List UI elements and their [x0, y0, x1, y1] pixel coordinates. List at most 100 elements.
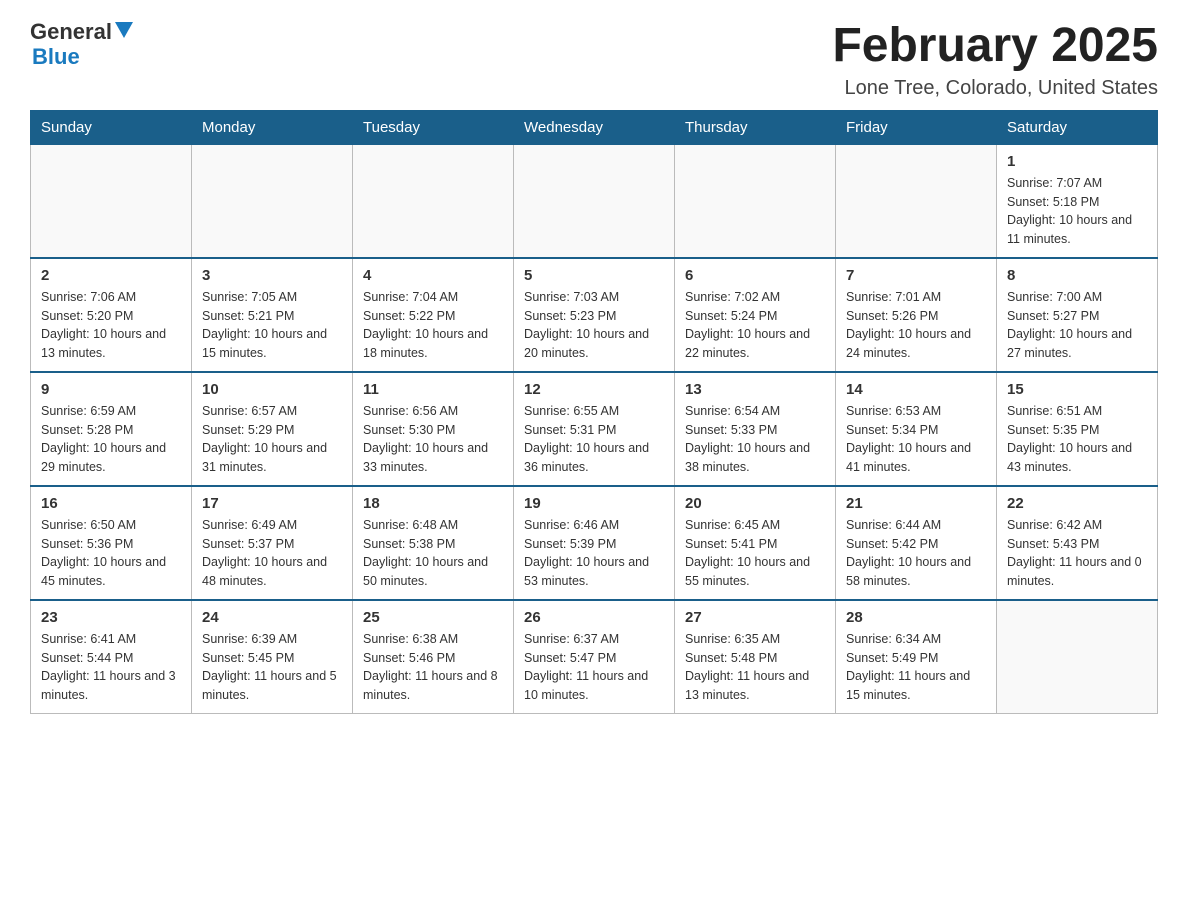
table-row [514, 144, 675, 258]
day-number: 17 [202, 495, 342, 512]
day-number: 21 [846, 495, 986, 512]
day-info: Sunrise: 6:39 AMSunset: 5:45 PMDaylight:… [202, 630, 342, 705]
table-row: 14 Sunrise: 6:53 AMSunset: 5:34 PMDayligh… [836, 372, 997, 486]
day-info: Sunrise: 6:44 AMSunset: 5:42 PMDaylight:… [846, 516, 986, 591]
day-info: Sunrise: 6:55 AMSunset: 5:31 PMDaylight:… [524, 402, 664, 477]
table-row: 11 Sunrise: 6:56 AMSunset: 5:30 PMDayligh… [353, 372, 514, 486]
day-number: 14 [846, 381, 986, 398]
calendar-week-row: 9 Sunrise: 6:59 AMSunset: 5:28 PMDaylight… [31, 372, 1158, 486]
day-number: 28 [846, 609, 986, 626]
table-row: 18 Sunrise: 6:48 AMSunset: 5:38 PMDayligh… [353, 486, 514, 600]
table-row: 22 Sunrise: 6:42 AMSunset: 5:43 PMDayligh… [997, 486, 1158, 600]
header-wednesday: Wednesday [514, 110, 675, 144]
day-info: Sunrise: 6:51 AMSunset: 5:35 PMDaylight:… [1007, 402, 1147, 477]
day-number: 7 [846, 267, 986, 284]
table-row: 6 Sunrise: 7:02 AMSunset: 5:24 PMDaylight… [675, 258, 836, 372]
logo-blue: Blue [32, 45, 80, 69]
table-row: 2 Sunrise: 7:06 AMSunset: 5:20 PMDaylight… [31, 258, 192, 372]
table-row: 25 Sunrise: 6:38 AMSunset: 5:46 PMDayligh… [353, 600, 514, 714]
table-row [675, 144, 836, 258]
location-text: Lone Tree, Colorado, United States [832, 77, 1158, 100]
day-number: 13 [685, 381, 825, 398]
day-number: 20 [685, 495, 825, 512]
weekday-header-row: Sunday Monday Tuesday Wednesday Thursday… [31, 110, 1158, 144]
table-row: 24 Sunrise: 6:39 AMSunset: 5:45 PMDayligh… [192, 600, 353, 714]
logo-general: General [30, 20, 112, 44]
day-number: 18 [363, 495, 503, 512]
day-number: 1 [1007, 153, 1147, 170]
day-number: 8 [1007, 267, 1147, 284]
day-number: 4 [363, 267, 503, 284]
header-tuesday: Tuesday [353, 110, 514, 144]
day-number: 25 [363, 609, 503, 626]
day-info: Sunrise: 6:41 AMSunset: 5:44 PMDaylight:… [41, 630, 181, 705]
day-number: 3 [202, 267, 342, 284]
day-number: 10 [202, 381, 342, 398]
day-info: Sunrise: 6:38 AMSunset: 5:46 PMDaylight:… [363, 630, 503, 705]
day-info: Sunrise: 6:59 AMSunset: 5:28 PMDaylight:… [41, 402, 181, 477]
page-header: General Blue February 2025 Lone Tree, Co… [30, 20, 1158, 100]
day-info: Sunrise: 6:35 AMSunset: 5:48 PMDaylight:… [685, 630, 825, 705]
calendar-week-row: 2 Sunrise: 7:06 AMSunset: 5:20 PMDaylight… [31, 258, 1158, 372]
day-info: Sunrise: 6:46 AMSunset: 5:39 PMDaylight:… [524, 516, 664, 591]
day-number: 11 [363, 381, 503, 398]
day-info: Sunrise: 6:57 AMSunset: 5:29 PMDaylight:… [202, 402, 342, 477]
table-row: 10 Sunrise: 6:57 AMSunset: 5:29 PMDayligh… [192, 372, 353, 486]
day-number: 24 [202, 609, 342, 626]
table-row: 15 Sunrise: 6:51 AMSunset: 5:35 PMDayligh… [997, 372, 1158, 486]
day-number: 16 [41, 495, 181, 512]
day-number: 26 [524, 609, 664, 626]
day-info: Sunrise: 7:04 AMSunset: 5:22 PMDaylight:… [363, 288, 503, 363]
day-info: Sunrise: 7:00 AMSunset: 5:27 PMDaylight:… [1007, 288, 1147, 363]
day-number: 9 [41, 381, 181, 398]
table-row: 17 Sunrise: 6:49 AMSunset: 5:37 PMDayligh… [192, 486, 353, 600]
header-friday: Friday [836, 110, 997, 144]
day-number: 12 [524, 381, 664, 398]
header-monday: Monday [192, 110, 353, 144]
table-row: 4 Sunrise: 7:04 AMSunset: 5:22 PMDaylight… [353, 258, 514, 372]
table-row: 7Sunrise: 7:01 AMSunset: 5:26 PMDaylight… [836, 258, 997, 372]
day-number: 5 [524, 267, 664, 284]
header-saturday: Saturday [997, 110, 1158, 144]
title-section: February 2025 Lone Tree, Colorado, Unite… [832, 20, 1158, 100]
day-info: Sunrise: 6:54 AMSunset: 5:33 PMDaylight:… [685, 402, 825, 477]
header-thursday: Thursday [675, 110, 836, 144]
day-info: Sunrise: 6:45 AMSunset: 5:41 PMDaylight:… [685, 516, 825, 591]
calendar-week-row: 23 Sunrise: 6:41 AMSunset: 5:44 PMDayligh… [31, 600, 1158, 714]
day-info: Sunrise: 7:02 AMSunset: 5:24 PMDaylight:… [685, 288, 825, 363]
day-number: 2 [41, 267, 181, 284]
calendar-week-row: 1 Sunrise: 7:07 AMSunset: 5:18 PMDaylight… [31, 144, 1158, 258]
table-row: 5 Sunrise: 7:03 AMSunset: 5:23 PMDaylight… [514, 258, 675, 372]
calendar-week-row: 16 Sunrise: 6:50 AMSunset: 5:36 PMDayligh… [31, 486, 1158, 600]
table-row: 21 Sunrise: 6:44 AMSunset: 5:42 PMDayligh… [836, 486, 997, 600]
table-row: 3Sunrise: 7:05 AMSunset: 5:21 PMDaylight… [192, 258, 353, 372]
table-row: 27 Sunrise: 6:35 AMSunset: 5:48 PMDayligh… [675, 600, 836, 714]
table-row: 20 Sunrise: 6:45 AMSunset: 5:41 PMDayligh… [675, 486, 836, 600]
table-row [353, 144, 514, 258]
day-number: 23 [41, 609, 181, 626]
day-number: 6 [685, 267, 825, 284]
table-row: 8 Sunrise: 7:00 AMSunset: 5:27 PMDaylight… [997, 258, 1158, 372]
month-title: February 2025 [832, 20, 1158, 73]
day-info: Sunrise: 6:53 AMSunset: 5:34 PMDaylight:… [846, 402, 986, 477]
table-row: 9 Sunrise: 6:59 AMSunset: 5:28 PMDaylight… [31, 372, 192, 486]
table-row [31, 144, 192, 258]
day-info: Sunrise: 7:06 AMSunset: 5:20 PMDaylight:… [41, 288, 181, 363]
day-info: Sunrise: 6:37 AMSunset: 5:47 PMDaylight:… [524, 630, 664, 705]
day-info: Sunrise: 6:48 AMSunset: 5:38 PMDaylight:… [363, 516, 503, 591]
header-sunday: Sunday [31, 110, 192, 144]
day-number: 27 [685, 609, 825, 626]
calendar-table: Sunday Monday Tuesday Wednesday Thursday… [30, 110, 1158, 714]
day-info: Sunrise: 6:42 AMSunset: 5:43 PMDaylight:… [1007, 516, 1147, 591]
day-number: 22 [1007, 495, 1147, 512]
table-row [836, 144, 997, 258]
day-info: Sunrise: 6:56 AMSunset: 5:30 PMDaylight:… [363, 402, 503, 477]
day-info: Sunrise: 7:03 AMSunset: 5:23 PMDaylight:… [524, 288, 664, 363]
day-info: Sunrise: 6:49 AMSunset: 5:37 PMDaylight:… [202, 516, 342, 591]
day-info: Sunrise: 7:07 AMSunset: 5:18 PMDaylight:… [1007, 174, 1147, 249]
logo-triangle-icon [115, 22, 133, 40]
day-number: 15 [1007, 381, 1147, 398]
table-row: 13 Sunrise: 6:54 AMSunset: 5:33 PMDayligh… [675, 372, 836, 486]
table-row [997, 600, 1158, 714]
day-info: Sunrise: 6:50 AMSunset: 5:36 PMDaylight:… [41, 516, 181, 591]
